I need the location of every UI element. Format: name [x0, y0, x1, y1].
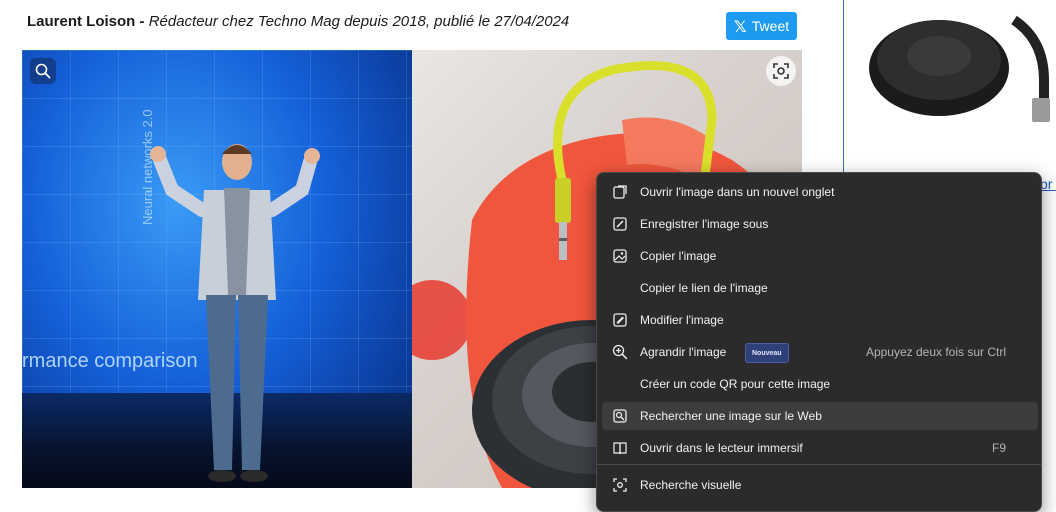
menu-item-label: Copier le lien de l'image	[640, 281, 768, 295]
copy-image-icon	[613, 249, 627, 263]
menu-item-visual-search[interactable]: Recherche visuelle	[602, 471, 1038, 499]
menu-item-create-qr-code[interactable]: Créer un code QR pour cette image	[602, 370, 1038, 398]
byline-separator: -	[135, 13, 149, 30]
new-badge: Nouveau	[745, 343, 789, 363]
image-search-icon	[613, 409, 627, 423]
image-context-menu: Ouvrir l'image dans un nouvel onglet Enr…	[596, 172, 1042, 512]
menu-item-copy-image[interactable]: Copier l'image	[602, 242, 1038, 270]
menu-item-label: Ouvrir dans le lecteur immersif	[640, 441, 803, 455]
image-search-badge[interactable]	[30, 58, 56, 84]
new-tab-icon	[613, 185, 627, 199]
presenter-figure	[150, 144, 320, 482]
sidebar-ad[interactable]	[843, 0, 1056, 191]
shortcut-hint: F9	[991, 441, 1006, 455]
edit-image-icon	[613, 313, 627, 327]
menu-separator	[597, 464, 1041, 465]
x-logo-icon: 𝕏	[733, 16, 747, 36]
search-icon	[35, 63, 51, 79]
visual-search-icon	[613, 478, 627, 492]
menu-item-label: Recherche visuelle	[640, 478, 742, 492]
product-image	[869, 15, 1050, 122]
menu-item-copy-image-link[interactable]: Copier le lien de l'image	[602, 274, 1038, 302]
menu-item-search-image-web[interactable]: Rechercher une image sur le Web	[602, 402, 1038, 430]
author-role: Rédacteur chez Techno Mag depuis 2018, p…	[148, 13, 570, 30]
menu-item-zoom-image[interactable]: Agrandir l'image Nouveau Appuyez deux fo…	[602, 338, 1038, 366]
author-name: Laurent Loison	[27, 13, 136, 30]
menu-item-label: Copier l'image	[640, 249, 717, 263]
menu-item-save-image-as[interactable]: Enregistrer l'image sous	[602, 210, 1038, 238]
tweet-button[interactable]: 𝕏 Tweet	[726, 12, 797, 40]
menu-item-label: Créer un code QR pour cette image	[640, 377, 831, 391]
tweet-label: Tweet	[751, 18, 790, 34]
menu-item-label: Modifier l'image	[640, 313, 724, 327]
presenter-photo[interactable]: Neural networks 2.0 rmance comparison	[22, 50, 412, 488]
menu-item-immersive-reader[interactable]: Ouvrir dans le lecteur immersif F9	[602, 434, 1038, 462]
menu-item-open-image-new-tab[interactable]: Ouvrir l'image dans un nouvel onglet	[602, 178, 1038, 206]
zoom-in-icon	[612, 344, 628, 360]
save-image-icon	[613, 217, 627, 231]
shortcut-hint: Appuyez deux fois sur Ctrl	[865, 345, 1006, 359]
immersive-reader-icon	[613, 442, 627, 455]
menu-item-label: Agrandir l'image	[640, 345, 727, 359]
menu-item-label: Ouvrir l'image dans un nouvel onglet	[640, 185, 835, 199]
visual-search-icon	[773, 63, 789, 79]
menu-item-label: Enregistrer l'image sous	[640, 217, 769, 231]
menu-item-label: Rechercher une image sur le Web	[640, 409, 822, 423]
menu-item-edit-image[interactable]: Modifier l'image	[602, 306, 1038, 334]
article-byline: Laurent Loison - Rédacteur chez Techno M…	[27, 13, 569, 30]
visual-search-badge[interactable]	[766, 56, 796, 86]
